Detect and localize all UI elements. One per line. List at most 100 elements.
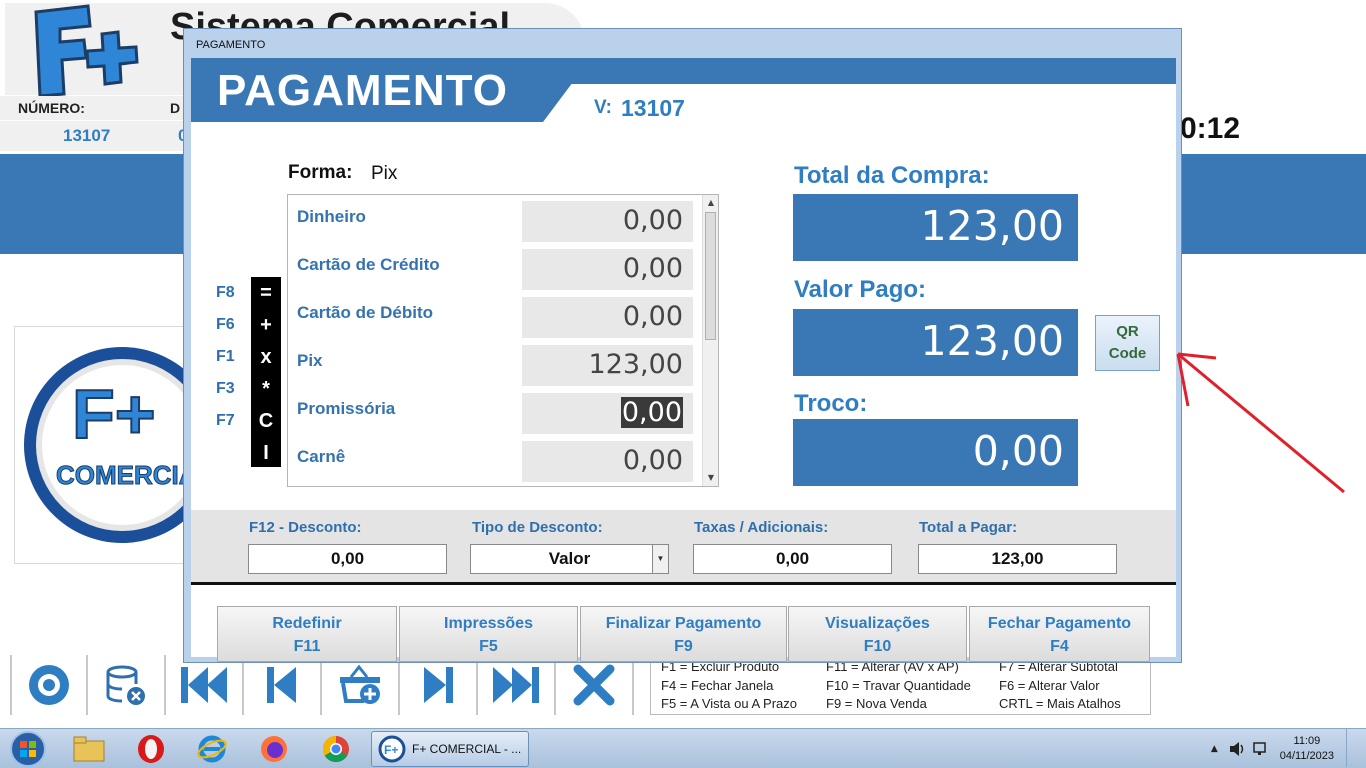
payment-value-input[interactable]: 0,00 [522,297,693,338]
shortcut-text: F10 = Travar Quantidade [826,677,971,693]
chevron-down-icon[interactable]: ▼ [652,545,668,573]
payment-value-input[interactable]: 0,00 [522,201,693,242]
tipo-desconto-value: Valor [548,549,591,568]
redefinir-button[interactable]: Redefinir F11 [217,606,397,662]
desconto-field[interactable]: 0,00 [248,544,447,574]
key-label: F7 [216,412,235,429]
total-compra-value: 123,00 [793,194,1078,261]
shortcut-text: F5 = A Vista ou A Prazo [661,696,797,712]
comercial-logo-fplus: F+ [72,375,156,453]
calculator-operators: = + x * C I [251,277,281,467]
header-title-shape: PAGAMENTO [191,58,591,122]
tipo-desconto-select[interactable]: Valor ▼ [470,544,669,574]
payment-value-input[interactable]: 123,00 [522,345,693,386]
taxas-label: Taxas / Adicionais: [694,519,829,536]
toolbar-button-first[interactable] [166,655,244,715]
scroll-down-icon[interactable]: ▼ [703,470,718,486]
shortcut-text: F4 = Fechar Janela [661,677,774,693]
button-key: F4 [1050,638,1069,655]
numero-value: 13107 [63,126,111,145]
impressoes-button[interactable]: Impressões F5 [399,606,578,662]
operator-i[interactable]: I [251,437,281,469]
operator-asterisk[interactable]: * [251,373,281,405]
operator-clear[interactable]: C [251,405,281,437]
operator-times[interactable]: x [251,341,281,373]
file-explorer-icon[interactable] [67,732,111,766]
forma-label: Forma: [288,162,353,183]
database-remove-icon [106,665,145,705]
payment-dialog: PAGAMENTO PAGAMENTO V: 13107 Forma: Pix … [183,28,1182,663]
page-title: PAGAMENTO [217,66,508,115]
toolbar-button-disc[interactable] [10,655,88,715]
toolbar-button-previous[interactable] [244,655,322,715]
payment-value: 123,00 [588,349,683,380]
payment-methods-list[interactable]: Dinheiro 0,00 Cartão de Crédito 0,00 Car… [287,194,719,487]
shortcut-text: F9 = Nova Venda [826,696,927,712]
disc-icon [29,665,69,705]
payment-value-input[interactable]: 0,00 [522,249,693,290]
opera-icon[interactable] [129,732,173,766]
windows-start-icon[interactable] [8,730,48,768]
qr-code-button[interactable]: QR Code [1095,315,1160,371]
list-item[interactable]: Cartão de Crédito 0,00 [288,243,703,291]
total-compra-label: Total da Compra: [794,162,990,189]
svg-text:F+: F+ [384,743,398,757]
chrome-icon[interactable] [314,732,358,766]
valor-pago-label: Valor Pago: [794,276,927,303]
annotation-arrow-icon [1176,352,1345,494]
fechar-pagamento-button[interactable]: Fechar Pagamento F4 [969,606,1150,662]
internet-explorer-icon[interactable] [190,732,234,766]
button-label: Finalizar Pagamento [605,615,762,632]
firefox-icon[interactable] [252,732,296,766]
key-label: F6 [216,316,235,333]
main-toolbar [10,655,634,715]
dialog-body: PAGAMENTO V: 13107 Forma: Pix F8 F6 F1 F… [191,58,1176,662]
network-icon[interactable] [1252,741,1270,757]
next-icon [424,667,453,703]
list-item[interactable]: Carnê 0,00 [288,435,703,483]
operator-equals[interactable]: = [251,277,281,309]
basket-add-icon [340,664,380,704]
button-label: Fechar Pagamento [987,615,1132,632]
list-item[interactable]: Cartão de Débito 0,00 [288,291,703,339]
previous-icon [267,667,296,703]
toolbar-button-next[interactable] [400,655,478,715]
system-clock[interactable]: 11:09 04/11/2023 [1280,734,1334,764]
scroll-thumb[interactable] [705,212,716,340]
finalizar-pagamento-button[interactable]: Finalizar Pagamento F9 [580,606,787,662]
payment-value: 0,00 [622,205,683,236]
taxas-field[interactable]: 0,00 [693,544,892,574]
toolbar-button-basket[interactable] [322,655,400,715]
qr-button-line1: QR [1116,323,1139,340]
payment-method-name: Pix [297,351,323,370]
payment-value-input[interactable]: 0,00 [522,393,693,434]
toolbar-button-cancel[interactable] [556,655,634,715]
key-label: F1 [216,348,235,365]
shortcut-text: CRTL = Mais Atalhos [999,696,1121,712]
tray-chevron-up-icon[interactable]: ▲ [1211,744,1218,754]
list-scrollbar[interactable]: ▲ ▼ [702,195,718,486]
payment-value-selected: 0,00 [620,397,683,428]
toolbar-button-database[interactable] [88,655,166,715]
taskbar: F+ F+ COMERCIAL - ... ▲ 11:09 04/11/2023 [0,728,1366,768]
list-item[interactable]: Promissória 0,00 [288,387,703,435]
list-item[interactable]: Dinheiro 0,00 [288,195,703,243]
troco-value: 0,00 [793,419,1078,486]
volume-icon[interactable] [1228,741,1246,757]
payment-method-name: Carnê [297,447,346,466]
taskbar-item-fplus-comercial[interactable]: F+ F+ COMERCIAL - ... [371,731,529,767]
operator-plus[interactable]: + [251,309,281,341]
toolbar-button-last[interactable] [478,655,556,715]
visualizacoes-button[interactable]: Visualizações F10 [788,606,967,662]
scroll-up-icon[interactable]: ▲ [703,195,718,211]
data-label: D [170,100,181,116]
button-label: Impressões [444,615,533,632]
list-item[interactable]: Pix 123,00 [288,339,703,387]
button-key: F11 [293,638,321,655]
close-x-icon [573,664,615,706]
troco-label: Troco: [794,390,868,417]
payment-value-input[interactable]: 0,00 [522,441,693,482]
numero-label: NÚMERO: [18,100,85,116]
payment-method-name: Cartão de Crédito [297,255,440,274]
show-desktop-button[interactable] [1346,728,1358,767]
